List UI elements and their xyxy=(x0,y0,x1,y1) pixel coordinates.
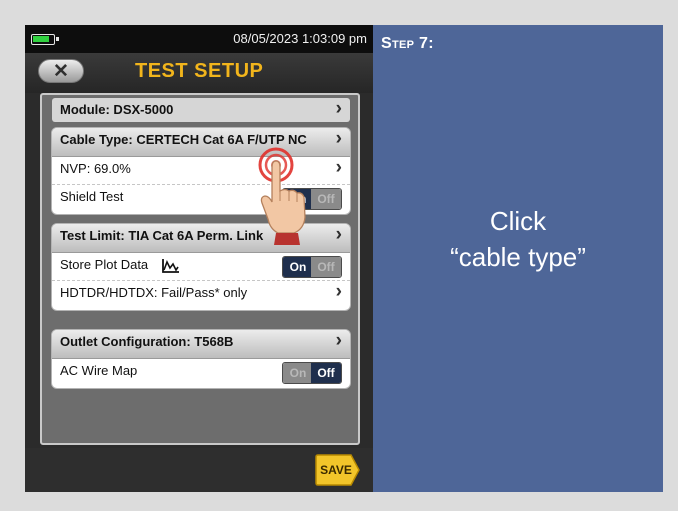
store-plot-label: Store Plot Data xyxy=(60,257,149,272)
date-time: 08/05/2023 1:03:09 pm xyxy=(233,31,367,46)
chevron-right-icon: › xyxy=(335,330,342,351)
close-x-icon: ✕ xyxy=(53,61,69,82)
test-limit-label: Test Limit: TIA Cat 6A Perm. Link xyxy=(60,228,264,243)
page-title: TEST SETUP xyxy=(135,60,264,82)
instruction-line-2: “cable type” xyxy=(450,242,586,272)
cable-type-button[interactable]: Cable Type: CERTECH Cat 6A F/UTP NC › xyxy=(52,128,350,157)
toggle-on[interactable]: On xyxy=(283,257,313,277)
cable-settings-group: Cable Type: CERTECH Cat 6A F/UTP NC › NV… xyxy=(51,127,351,215)
nvp-label: NVP: 69.0% xyxy=(60,161,131,176)
nvp-row[interactable]: NVP: 69.0% › xyxy=(52,157,350,185)
shield-test-label: Shield Test xyxy=(60,189,124,204)
store-plot-row: Store Plot Data On Off xyxy=(52,253,350,281)
ac-wire-map-toggle[interactable]: On Off xyxy=(282,362,342,384)
outlet-config-button[interactable]: Outlet Configuration: T568B › xyxy=(52,330,350,359)
module-label: Module: DSX-5000 xyxy=(60,102,174,117)
test-limit-group: Test Limit: TIA Cat 6A Perm. Link › Stor… xyxy=(51,223,351,311)
toggle-on[interactable]: On xyxy=(283,189,313,209)
instruction-text: Click “cable type” xyxy=(373,203,663,275)
chevron-right-icon: › xyxy=(335,281,342,302)
back-button[interactable]: ✕ xyxy=(38,59,84,83)
chevron-right-icon: › xyxy=(335,224,342,245)
step-label: Step 7: xyxy=(381,35,434,52)
hdtdr-label: HDTDR/HDTDX: Fail/Pass* only xyxy=(60,285,248,300)
status-bar: 08/05/2023 1:03:09 pm xyxy=(25,25,373,53)
tester-screen: 08/05/2023 1:03:09 pm ✕ TEST SETUP Modul… xyxy=(25,25,373,492)
instruction-panel: Step 7: Click “cable type” xyxy=(373,25,663,492)
instruction-line-1: Click xyxy=(489,206,547,236)
module-row[interactable]: Module: DSX-5000 › xyxy=(52,98,350,122)
shield-test-row: Shield Test On Off xyxy=(52,185,350,213)
ac-wire-map-label: AC Wire Map xyxy=(60,363,138,378)
outlet-config-group: Outlet Configuration: T568B › AC Wire Ma… xyxy=(51,329,351,389)
toggle-off[interactable]: Off xyxy=(311,363,341,383)
ac-wire-map-row: AC Wire Map On Off xyxy=(52,359,350,387)
save-button[interactable]: SAVE xyxy=(315,454,361,486)
battery-icon xyxy=(31,34,59,45)
store-plot-toggle[interactable]: On Off xyxy=(282,256,342,278)
save-label: SAVE xyxy=(320,463,352,477)
test-limit-button[interactable]: Test Limit: TIA Cat 6A Perm. Link › xyxy=(52,224,350,253)
plot-graph-icon xyxy=(162,259,179,273)
chevron-right-icon: › xyxy=(335,157,342,178)
hdtdr-row[interactable]: HDTDR/HDTDX: Fail/Pass* only › xyxy=(52,281,350,309)
chevron-right-icon: › xyxy=(335,98,342,119)
cable-type-label: Cable Type: CERTECH Cat 6A F/UTP NC xyxy=(60,132,307,147)
settings-panel: Module: DSX-5000 › Cable Type: CERTECH C… xyxy=(40,93,360,445)
shield-test-toggle[interactable]: On Off xyxy=(282,188,342,210)
chevron-right-icon: › xyxy=(335,128,342,149)
toggle-off[interactable]: Off xyxy=(311,257,341,277)
title-bar: ✕ TEST SETUP xyxy=(25,53,373,93)
outlet-config-label: Outlet Configuration: T568B xyxy=(60,334,234,349)
toggle-on[interactable]: On xyxy=(283,363,313,383)
bottom-bar: SAVE xyxy=(25,448,373,492)
toggle-off[interactable]: Off xyxy=(311,189,341,209)
